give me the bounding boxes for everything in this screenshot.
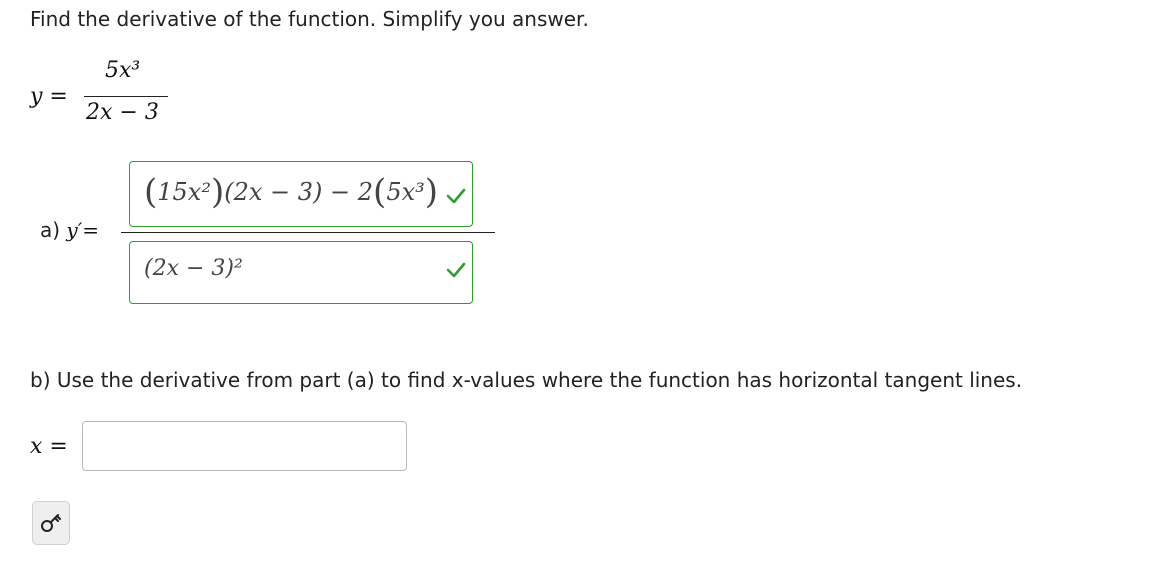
- key-button[interactable]: [32, 501, 70, 545]
- term-5x3: 5x³: [386, 178, 425, 206]
- part-b-prompt: b) Use the derivative from part (a) to f…: [30, 368, 1023, 392]
- numerator-answer-box[interactable]: (15x²)(2x − 3) − 2(5x³): [129, 161, 473, 227]
- paren-open-1: (: [144, 172, 158, 212]
- function-numerator: 5x³: [105, 58, 141, 83]
- function-lhs: y =: [30, 84, 68, 109]
- x-values-input[interactable]: [82, 421, 407, 471]
- question-prompt: Find the derivative of the function. Sim…: [30, 7, 589, 31]
- function-fraction-bar: [84, 96, 168, 97]
- paren-close-2: ): [424, 172, 439, 212]
- checkmark-icon: [446, 262, 466, 278]
- part-a-label-prefix: a): [40, 218, 67, 242]
- part-a-label-math: y′=: [66, 218, 100, 242]
- denominator-answer-expression: (2x − 3)²: [144, 256, 243, 281]
- x-input-label: x =: [30, 434, 68, 459]
- denominator-answer-box[interactable]: (2x − 3)²: [129, 241, 473, 304]
- paren-open-2: (: [373, 172, 387, 212]
- answer-fraction-bar: [121, 232, 495, 233]
- paren-close-1: ): [210, 172, 225, 212]
- function-denominator: 2x − 3: [86, 100, 159, 125]
- part-a-label: a) y′=: [40, 218, 99, 242]
- checkmark-icon: [446, 188, 466, 204]
- term-15x2: 15x²: [157, 178, 211, 206]
- term-2x-minus-3: (2x − 3) − 2: [224, 178, 374, 206]
- key-icon: [41, 514, 61, 532]
- numerator-answer-expression: (15x²)(2x − 3) − 2(5x³): [144, 172, 438, 212]
